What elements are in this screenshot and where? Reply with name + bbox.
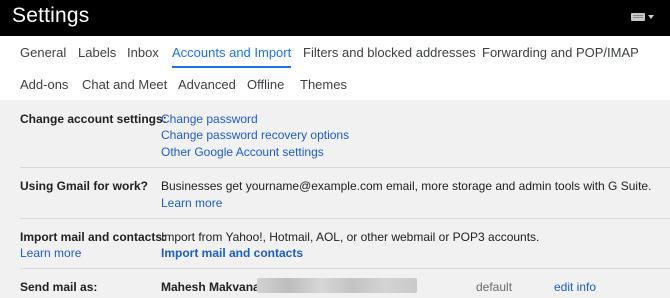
import-mail-label: Import mail and contacts: (20, 230, 167, 244)
divider (20, 167, 670, 168)
gmail-for-work-label: Using Gmail for work? (20, 179, 149, 193)
tab-general[interactable]: General (20, 38, 66, 68)
divider (20, 218, 670, 219)
gmail-for-work-learn-more-link[interactable]: Learn more (161, 196, 222, 210)
page-title: Settings (12, 4, 90, 27)
import-mail-and-contacts-link[interactable]: Import mail and contacts (161, 246, 303, 260)
change-password-recovery-link[interactable]: Change password recovery options (161, 128, 349, 142)
settings-tabs: General Labels Inbox Accounts and Import… (0, 36, 670, 100)
change-account-settings-label: Change account settings: (20, 112, 167, 126)
change-password-link[interactable]: Change password (161, 112, 258, 126)
tab-advanced[interactable]: Advanced (178, 70, 236, 100)
tab-themes[interactable]: Themes (300, 70, 347, 100)
divider (20, 268, 670, 269)
edit-info-link[interactable]: edit info (554, 280, 596, 294)
redacted-email (257, 278, 417, 293)
default-status: default (476, 280, 513, 294)
other-google-account-settings-link[interactable]: Other Google Account settings (161, 145, 324, 159)
sender-name: Mahesh Makvana (161, 280, 260, 294)
keyboard-icon[interactable] (631, 13, 645, 21)
tab-inbox[interactable]: Inbox (127, 38, 159, 68)
tab-accounts-and-import[interactable]: Accounts and Import (172, 38, 292, 68)
chevron-down-icon[interactable] (648, 15, 654, 19)
tab-labels[interactable]: Labels (78, 38, 116, 68)
import-description: Import from Yahoo!, Hotmail, AOL, or oth… (161, 230, 540, 244)
tab-add-ons[interactable]: Add-ons (20, 70, 68, 100)
tab-offline[interactable]: Offline (247, 70, 284, 100)
tab-forwarding-and-pop-imap[interactable]: Forwarding and POP/IMAP (482, 38, 639, 68)
settings-header: Settings (0, 0, 670, 36)
send-mail-as-label: Send mail as: (20, 280, 98, 294)
tab-chat-and-meet[interactable]: Chat and Meet (82, 70, 167, 100)
tab-filters-and-blocked-addresses[interactable]: Filters and blocked addresses (303, 38, 476, 68)
gmail-for-work-description: Businesses get yourname@example.com emai… (161, 179, 652, 193)
import-learn-more-link[interactable]: Learn more (20, 246, 81, 260)
